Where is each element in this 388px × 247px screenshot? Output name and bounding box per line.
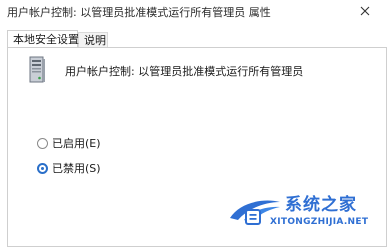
tab-explain[interactable]: 说明 [78, 32, 108, 47]
policy-name: 用户帐户控制: 以管理员批准模式运行所有管理员 [65, 65, 304, 78]
close-icon [360, 6, 370, 16]
server-icon [29, 56, 45, 83]
disabled-radio[interactable] [37, 162, 48, 174]
watermark-cn-text: 系统之家 [285, 195, 357, 215]
tab-local-security-setting[interactable]: 本地安全设置 [7, 30, 79, 47]
close-button[interactable] [342, 0, 388, 22]
disabled-label: 已禁用(S) [52, 162, 101, 175]
enabled-option[interactable]: 已启用(E) [37, 135, 101, 151]
enabled-label: 已启用(E) [52, 137, 101, 150]
title-bar: 用户帐户控制: 以管理员批准模式运行所有管理员 属性 [0, 0, 388, 22]
disabled-option[interactable]: 已禁用(S) [37, 160, 101, 176]
watermark: 系统之家 XITONGZHIJIA.NET [224, 186, 388, 237]
enabled-radio[interactable] [37, 137, 48, 149]
window-title: 用户帐户控制: 以管理员批准模式运行所有管理员 属性 [7, 6, 271, 19]
watermark-en-text: XITONGZHIJIA.NET [270, 217, 369, 227]
